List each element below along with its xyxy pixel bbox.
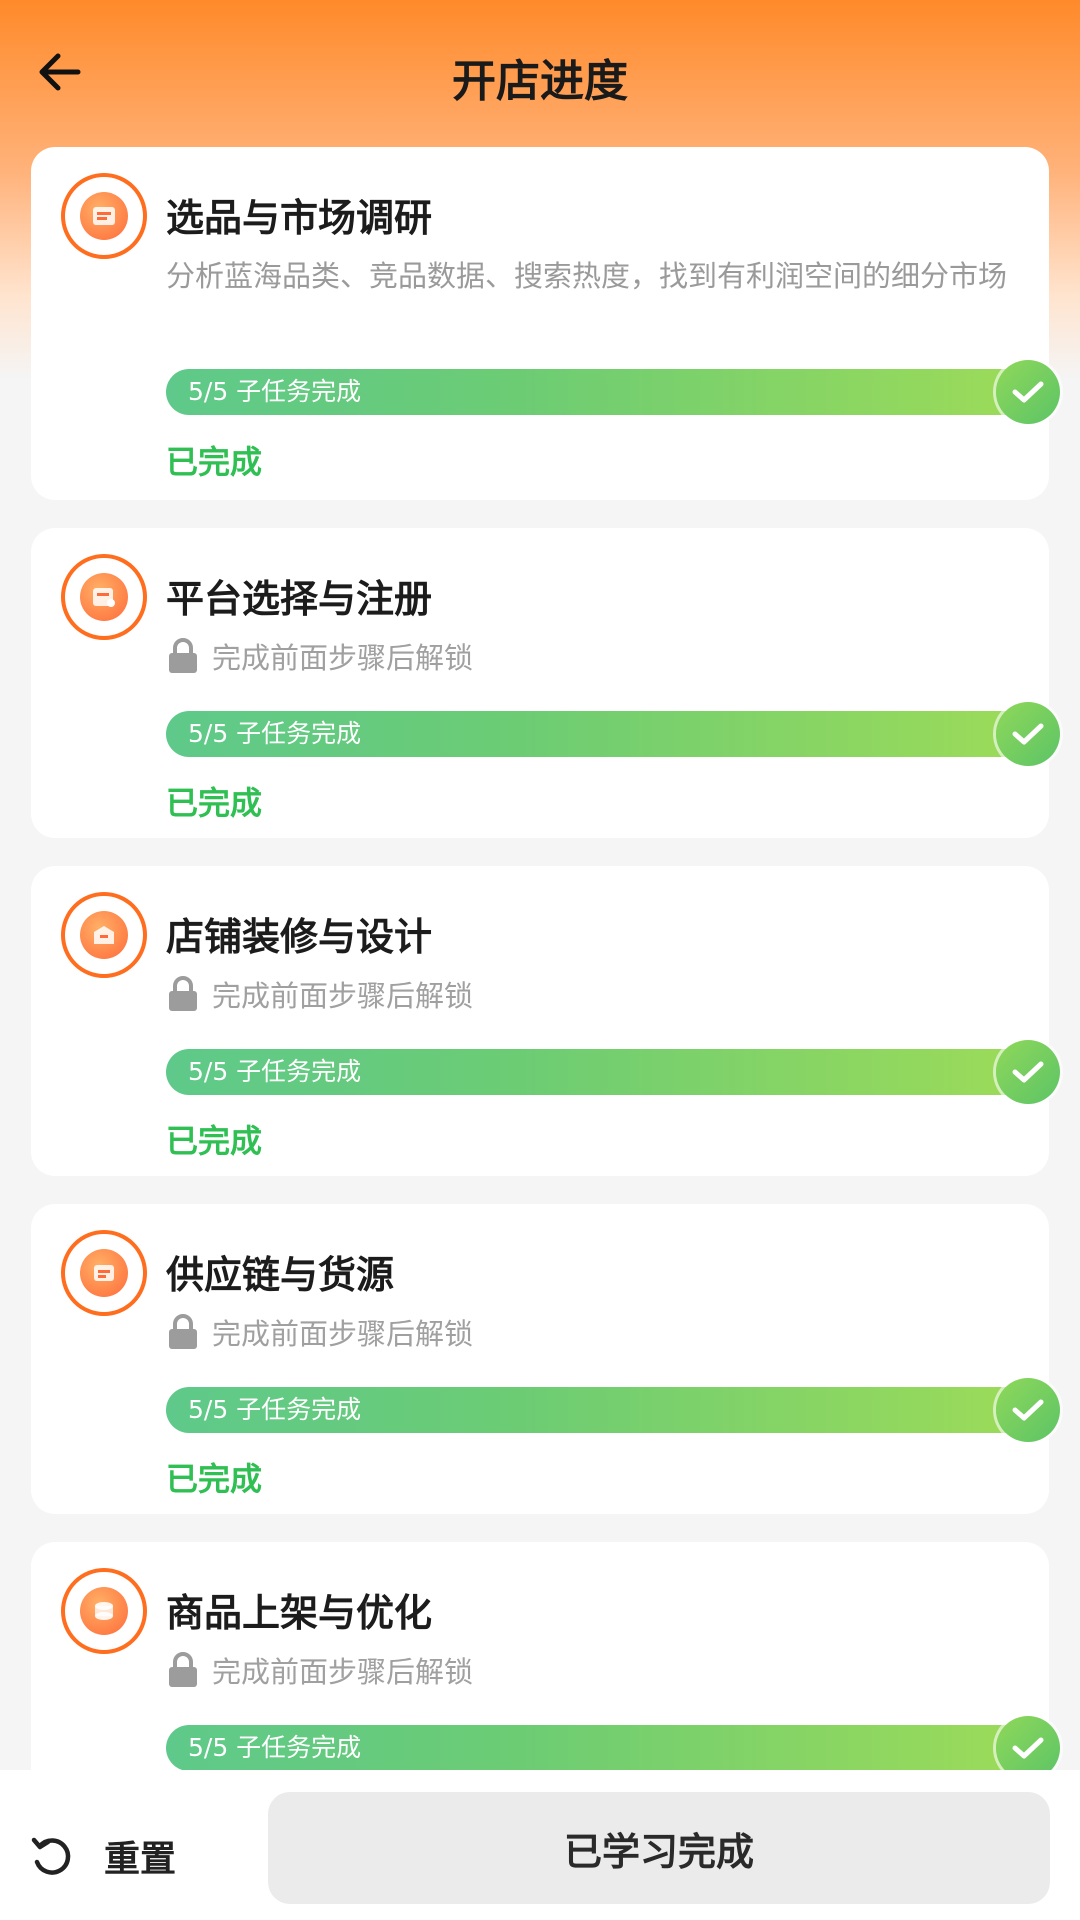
research-icon [61,173,147,259]
bottom-action-bar: 重置 已学习完成 [0,1770,1080,1920]
lock-text: 完成前面步骤后解锁 [212,979,474,1013]
lock-text: 完成前面步骤后解锁 [212,1655,474,1689]
step-title: 平台选择与注册 [166,577,433,621]
page-title: 开店进度 [452,56,628,107]
progress-bar: 5/5 子任务完成 [166,1378,1060,1442]
lock-row: 完成前面步骤后解锁 [166,636,473,676]
listing-icon [61,1568,147,1654]
header: 开店进度 [0,0,1080,150]
status-badge: 已完成 [166,443,263,481]
progress-label: 5/5 子任务完成 [188,1733,362,1762]
step-card[interactable]: 选品与市场调研 分析蓝海品类、竞品数据、搜索热度，找到有利润空间的细分市场 5/… [31,147,1060,500]
step-title: 店铺装修与设计 [166,915,433,959]
check-icon [996,360,1060,424]
lock-row: 完成前面步骤后解锁 [166,1650,473,1690]
design-icon [61,892,147,978]
lock-text: 完成前面步骤后解锁 [212,641,474,675]
lock-icon [169,1652,197,1687]
progress-bar: 5/5 子任务完成 [166,1040,1060,1104]
check-icon [996,702,1060,766]
lock-icon [169,1314,197,1349]
lock-row: 完成前面步骤后解锁 [166,1312,473,1352]
step-title: 供应链与货源 [166,1253,395,1297]
progress-bar: 5/5 子任务完成 [166,1716,1060,1780]
step-card[interactable]: 商品上架与优化 完成前面步骤后解锁 5/5 子任务完成 [31,1542,1060,1802]
reset-label: 重置 [104,1839,177,1880]
progress-label: 5/5 子任务完成 [188,1395,362,1424]
check-icon [996,1040,1060,1104]
progress-bar: 5/5 子任务完成 [166,702,1060,766]
step-title: 选品与市场调研 [166,196,433,240]
check-icon [996,1378,1060,1442]
status-badge: 已完成 [166,1460,263,1498]
lock-icon [169,976,197,1011]
progress-label: 5/5 子任务完成 [188,719,362,748]
status-badge: 已完成 [166,784,263,822]
step-card[interactable]: 平台选择与注册 完成前面步骤后解锁 5/5 子任务完成 已完成 [31,528,1060,838]
progress-label: 5/5 子任务完成 [188,377,362,406]
lock-text: 完成前面步骤后解锁 [212,1317,474,1351]
register-icon [61,554,147,640]
status-badge: 已完成 [166,1122,263,1160]
reset-icon [31,1837,71,1875]
step-title: 商品上架与优化 [166,1591,433,1635]
progress-label: 5/5 子任务完成 [188,1057,362,1086]
progress-bar: 5/5 子任务完成 [166,360,1060,424]
reset-button[interactable]: 重置 [28,1826,176,1886]
lock-icon [169,638,197,673]
lock-row: 完成前面步骤后解锁 [166,974,473,1014]
step-description: 分析蓝海品类、竞品数据、搜索热度，找到有利润空间的细分市场 [166,259,1008,293]
supply-icon [61,1230,147,1316]
learning-complete-button[interactable]: 已学习完成 [268,1792,1050,1904]
step-card[interactable]: 店铺装修与设计 完成前面步骤后解锁 5/5 子任务完成 已完成 [31,866,1060,1176]
step-card[interactable]: 供应链与货源 完成前面步骤后解锁 5/5 子任务完成 已完成 [31,1204,1060,1514]
